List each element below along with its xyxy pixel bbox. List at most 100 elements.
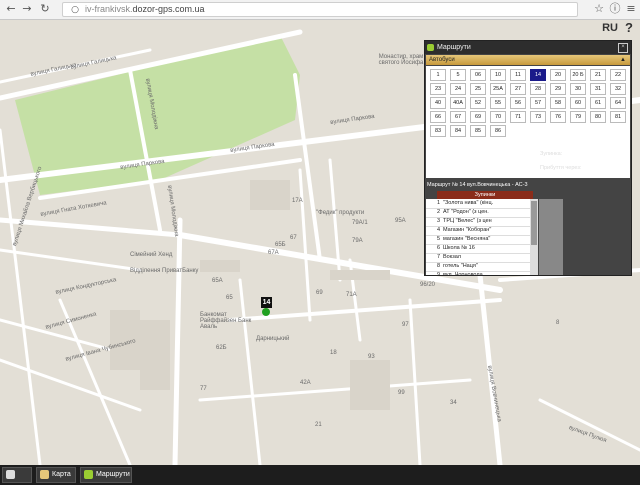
route-cell[interactable]: 69: [470, 111, 486, 123]
route-cell[interactable]: 24: [450, 83, 466, 95]
route-cell[interactable]: 5: [450, 69, 466, 81]
route-cell[interactable]: 64: [610, 97, 626, 109]
route-cell[interactable]: 40: [430, 97, 446, 109]
route-cell[interactable]: 14: [530, 69, 546, 81]
stops-list: 1 "Золота нива" (кінц. 2 АТ "Родон" (з цен.…: [426, 199, 530, 275]
route-cell[interactable]: 56: [510, 97, 526, 109]
poi-bank: Відділення ПриватБанку: [130, 268, 199, 274]
route-cell[interactable]: 55: [490, 97, 506, 109]
stops-header: Зупинки: [437, 191, 533, 199]
bus-location-icon[interactable]: [262, 308, 270, 316]
route-info: Маршрут № 14 вул.Вовчинецька - АС-3: [427, 182, 528, 188]
route-cell[interactable]: 57: [530, 97, 546, 109]
reload-icon[interactable]: ↻: [38, 2, 52, 16]
route-cell[interactable]: 84: [450, 125, 466, 137]
house-number: 96/20: [420, 282, 436, 288]
house-number: 62Б: [216, 345, 227, 351]
help-icon[interactable]: ?: [625, 20, 633, 35]
poi-atm: Банкомат Райффайзен Банк Аваль: [200, 312, 252, 330]
route-grid: 1 5 06 10 11 14 20 20 Б 21 22 23 24 25 25А 27 28 29 30 31 3…: [426, 66, 630, 178]
route-cell[interactable]: 25А: [490, 83, 506, 95]
route-cell[interactable]: 25: [470, 83, 486, 95]
browser-toolbar: ← → ↻ ○ iv-frankivsk.dozor-gps.com.ua ☆ …: [0, 0, 640, 20]
settings-button[interactable]: [2, 467, 32, 483]
route-cell[interactable]: 73: [530, 111, 546, 123]
route-cell[interactable]: 80: [590, 111, 606, 123]
house-number: 42А: [300, 380, 311, 386]
stop-name: Магазин "Коборан": [443, 227, 492, 233]
route-cell[interactable]: 23: [430, 83, 446, 95]
route-cell[interactable]: 60: [570, 97, 586, 109]
route-cell[interactable]: 29: [550, 83, 566, 95]
back-arrow-icon[interactable]: ←: [4, 2, 18, 16]
route-cell[interactable]: 83: [430, 125, 446, 137]
stop-row[interactable]: 9 вул. Чорновола: [426, 271, 530, 275]
route-cell[interactable]: 58: [550, 97, 566, 109]
stop-name: готель "Наця": [443, 263, 478, 269]
route-cell[interactable]: 52: [470, 97, 486, 109]
stop-name: "Золота нива" (кінц.: [443, 200, 494, 206]
side-stop-label: Зупинка:: [540, 151, 563, 157]
route-cell[interactable]: 21: [590, 69, 606, 81]
house-number: 34: [450, 400, 457, 406]
bottom-toolbar: Карта Маршрути: [0, 465, 640, 485]
route-cell[interactable]: 31: [590, 83, 606, 95]
route-cell[interactable]: 79: [570, 111, 586, 123]
routes-button[interactable]: Маршрути: [80, 467, 132, 483]
panel-title: Маршрути ×: [425, 41, 631, 54]
route-cell[interactable]: 71: [510, 111, 526, 123]
house-number: 18: [330, 350, 337, 356]
house-number: 79А/1: [352, 220, 368, 226]
bus-section-header[interactable]: Автобуси ▲: [426, 55, 630, 65]
stop-name: магазин "Весняна": [443, 236, 491, 242]
route-cell[interactable]: 61: [590, 97, 606, 109]
side-arrival-label: Прибуття через:: [540, 165, 582, 171]
collapse-arrow-icon: ▲: [620, 57, 626, 63]
route-cell[interactable]: 11: [510, 69, 526, 81]
menu-icon[interactable]: ≡: [624, 2, 638, 16]
address-bar[interactable]: ○ iv-frankivsk.dozor-gps.com.ua: [62, 2, 578, 17]
route-cell[interactable]: 86: [490, 125, 506, 137]
star-icon[interactable]: ☆: [592, 2, 606, 16]
stop-number: 1: [436, 200, 440, 206]
route-cell[interactable]: 20 Б: [570, 69, 586, 81]
route-cell[interactable]: 06: [470, 69, 486, 81]
route-cell[interactable]: 81: [610, 111, 626, 123]
house-number: 77: [200, 386, 207, 392]
close-icon[interactable]: ×: [618, 43, 628, 53]
house-number: 67: [290, 235, 297, 241]
route-cell[interactable]: 1: [430, 69, 446, 81]
stop-number: 9: [436, 272, 440, 275]
route-cell[interactable]: 27: [510, 83, 526, 95]
info-icon[interactable]: ⓘ: [608, 2, 622, 16]
stop-detail-area: [539, 199, 563, 275]
stop-name: Школа № 16: [443, 245, 475, 251]
stop-number: 3: [436, 218, 440, 224]
language-switch[interactable]: RU: [602, 22, 618, 34]
poi-shop: Дарницький: [256, 336, 290, 342]
route-cell[interactable]: 67: [450, 111, 466, 123]
stop-number: 4: [436, 227, 440, 233]
route-cell[interactable]: 20: [550, 69, 566, 81]
stop-number: 5: [436, 236, 440, 242]
route-cell[interactable]: 28: [530, 83, 546, 95]
scroll-thumb[interactable]: [531, 201, 537, 245]
forward-arrow-icon[interactable]: →: [20, 2, 34, 16]
route-cell[interactable]: 70: [490, 111, 506, 123]
stop-name: вул. Чорновола: [443, 272, 483, 275]
route-cell[interactable]: 32: [610, 83, 626, 95]
poi-shop: "Федик" продукти: [316, 210, 365, 216]
route-cell[interactable]: 22: [610, 69, 626, 81]
stop-number: 2: [436, 209, 440, 215]
map-button[interactable]: Карта: [36, 467, 76, 483]
bus-marker[interactable]: 14: [261, 297, 272, 308]
route-cell[interactable]: 76: [550, 111, 566, 123]
stop-name: АТ "Родон" (з цен.: [443, 209, 489, 215]
route-cell[interactable]: 10: [490, 69, 506, 81]
stops-scrollbar[interactable]: [530, 199, 538, 275]
house-number: 95А: [395, 218, 406, 224]
route-cell[interactable]: 66: [430, 111, 446, 123]
route-cell[interactable]: 85: [470, 125, 486, 137]
route-cell[interactable]: 40А: [450, 97, 466, 109]
route-cell[interactable]: 30: [570, 83, 586, 95]
